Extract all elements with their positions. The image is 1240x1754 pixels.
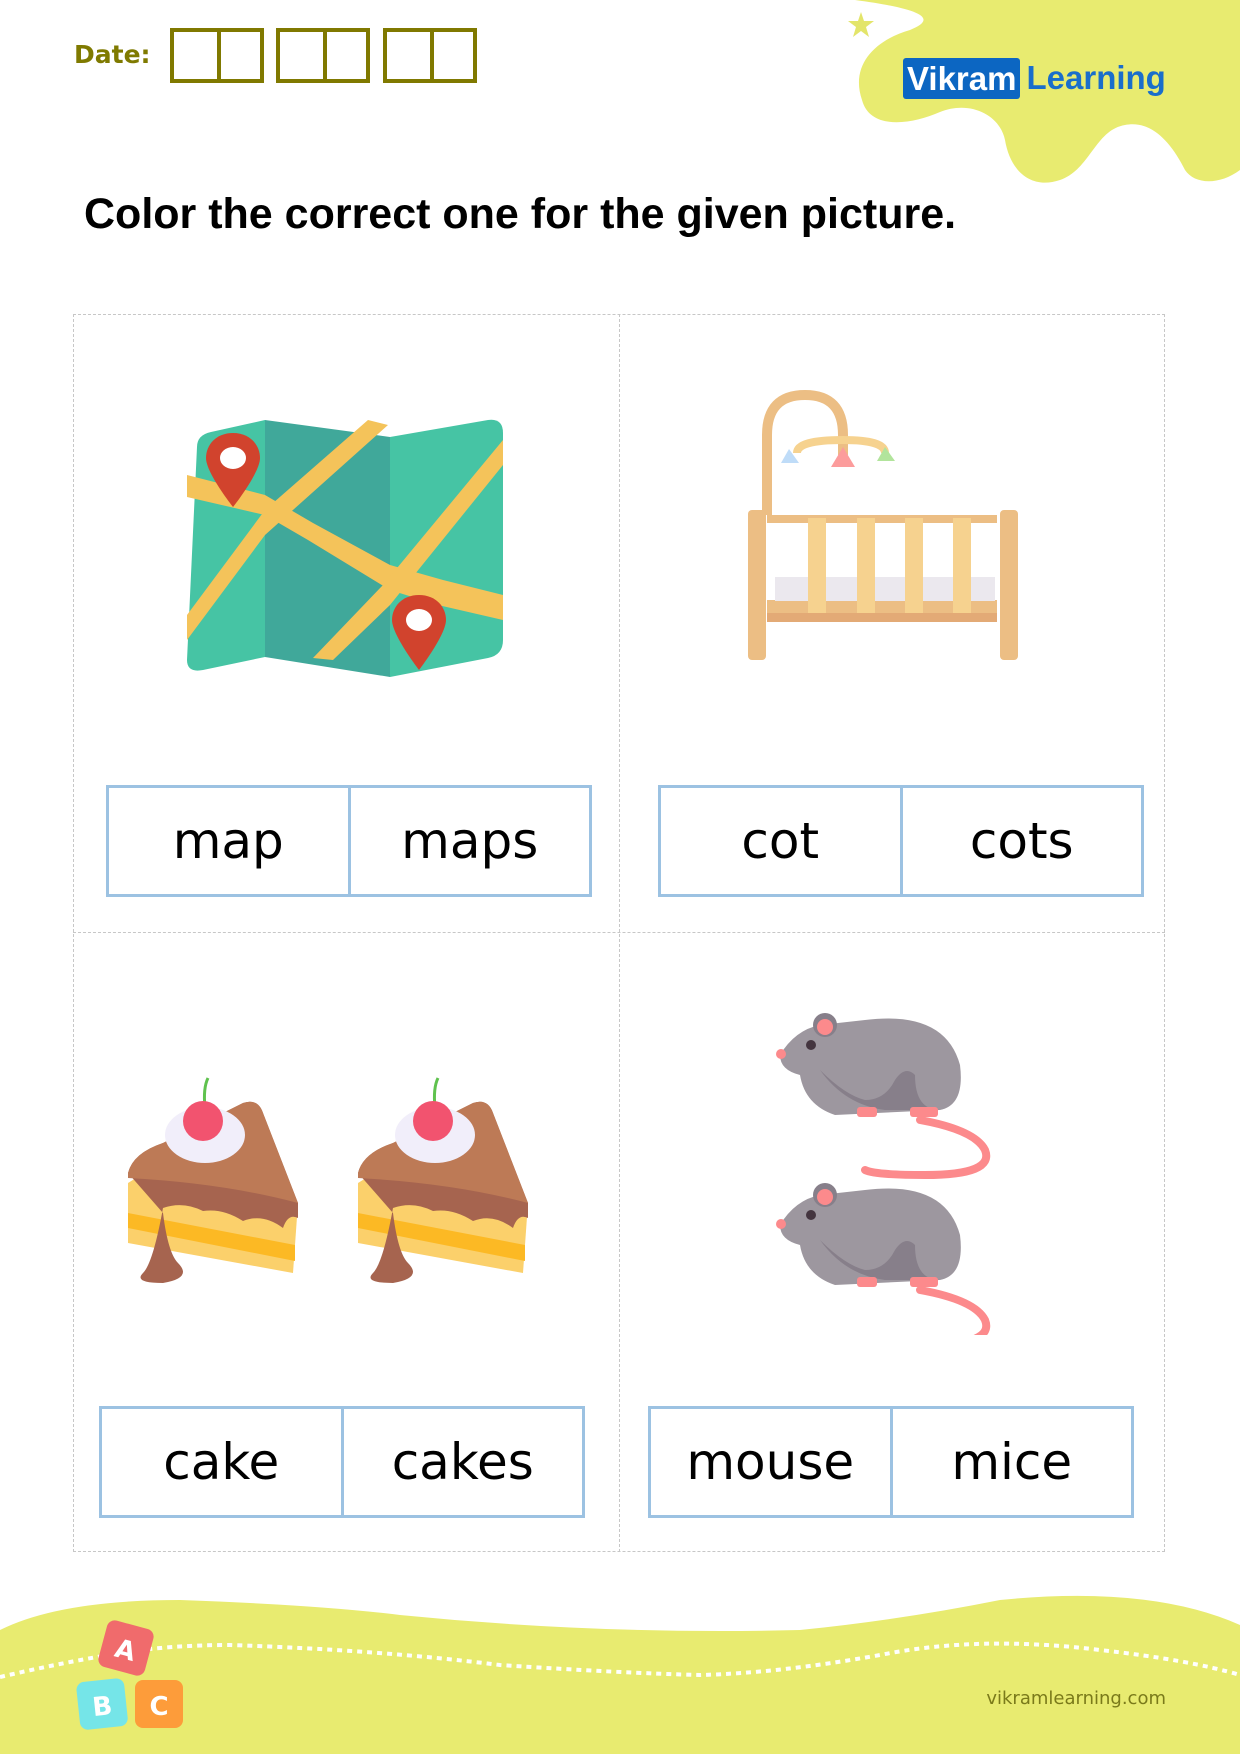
date-day-field[interactable]: [170, 28, 264, 83]
worksheet-instruction-title: Color the correct one for the given pict…: [84, 190, 957, 238]
logo-part-learning: Learning: [1026, 59, 1166, 96]
grid-divider-vertical: [619, 314, 620, 1552]
abc-blocks-icon: A B C: [76, 1620, 183, 1730]
map-icon: [187, 419, 503, 677]
option-cot[interactable]: cot: [661, 788, 900, 894]
two-mice-icon: [770, 1005, 1030, 1335]
answer-options-cake: cake cakes: [99, 1406, 585, 1518]
block-b-letter: B: [91, 1691, 114, 1723]
answer-options-mouse: mouse mice: [648, 1406, 1134, 1518]
option-mouse[interactable]: mouse: [651, 1409, 890, 1515]
cot-icon: [748, 389, 1018, 660]
option-maps[interactable]: maps: [347, 788, 590, 894]
option-cake[interactable]: cake: [102, 1409, 341, 1515]
block-c-letter: C: [149, 1692, 168, 1722]
vikram-learning-logo: Vikram Learning: [903, 57, 1166, 99]
star-icon: [848, 12, 874, 37]
footer-website-url[interactable]: vikramlearning.com: [986, 1688, 1166, 1709]
date-label: Date:: [74, 40, 151, 69]
date-month-field[interactable]: [276, 28, 370, 83]
option-cots[interactable]: cots: [899, 788, 1142, 894]
option-cakes[interactable]: cakes: [340, 1409, 583, 1515]
date-year-field[interactable]: [383, 28, 477, 83]
two-cakes-icon: [126, 1076, 530, 1285]
grid-divider-horizontal: [73, 932, 1165, 933]
option-map[interactable]: map: [109, 788, 348, 894]
answer-options-cot: cot cots: [658, 785, 1144, 897]
answer-options-map: map maps: [106, 785, 592, 897]
logo-part-vikram: Vikram: [903, 57, 1021, 99]
option-mice[interactable]: mice: [889, 1409, 1132, 1515]
